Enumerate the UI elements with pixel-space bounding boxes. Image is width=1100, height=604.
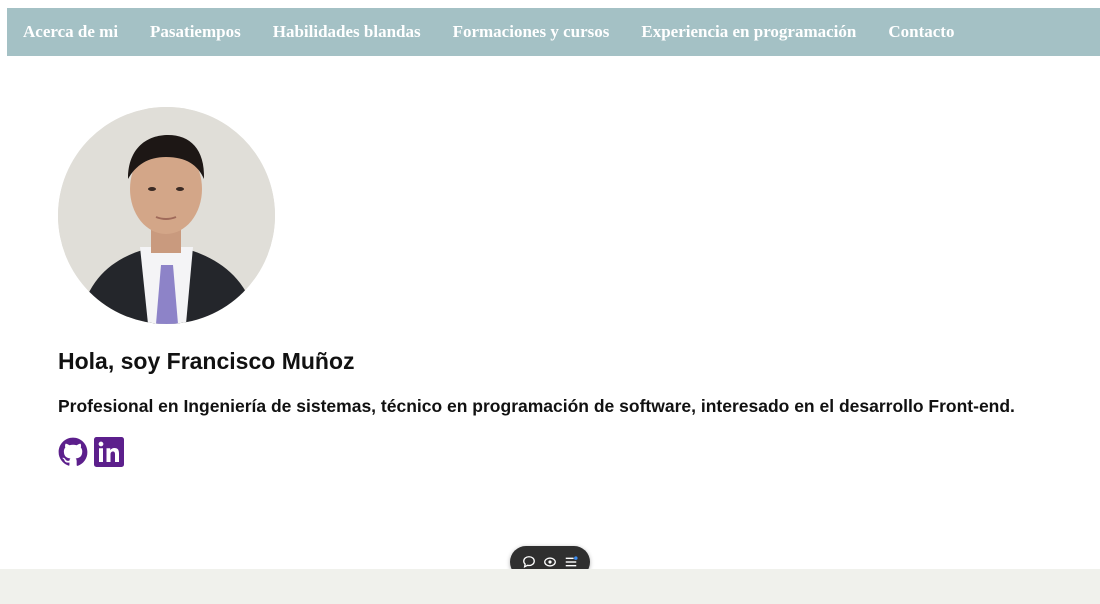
- nav-item-experiencia[interactable]: Experiencia en programación: [641, 22, 856, 42]
- eye-icon[interactable]: [542, 554, 558, 570]
- social-links: [58, 437, 124, 467]
- page-footer: [0, 569, 1100, 604]
- linkedin-icon[interactable]: [94, 437, 124, 467]
- top-navbar: Acerca de mi Pasatiempos Habilidades bla…: [7, 8, 1100, 56]
- nav-item-formaciones[interactable]: Formaciones y cursos: [453, 22, 610, 42]
- nav-item-habilidades[interactable]: Habilidades blandas: [273, 22, 421, 42]
- bio-text: Profesional en Ingeniería de sistemas, t…: [58, 396, 1015, 416]
- menu-icon[interactable]: [563, 554, 579, 570]
- github-icon[interactable]: [58, 437, 88, 467]
- nav-item-contacto[interactable]: Contacto: [888, 22, 954, 42]
- nav-item-acerca[interactable]: Acerca de mi: [23, 22, 118, 42]
- nav-item-pasatiempos[interactable]: Pasatiempos: [150, 22, 241, 42]
- profile-photo: [58, 107, 275, 324]
- greeting-heading: Hola, soy Francisco Muñoz: [58, 348, 355, 374]
- comment-icon[interactable]: [521, 554, 537, 570]
